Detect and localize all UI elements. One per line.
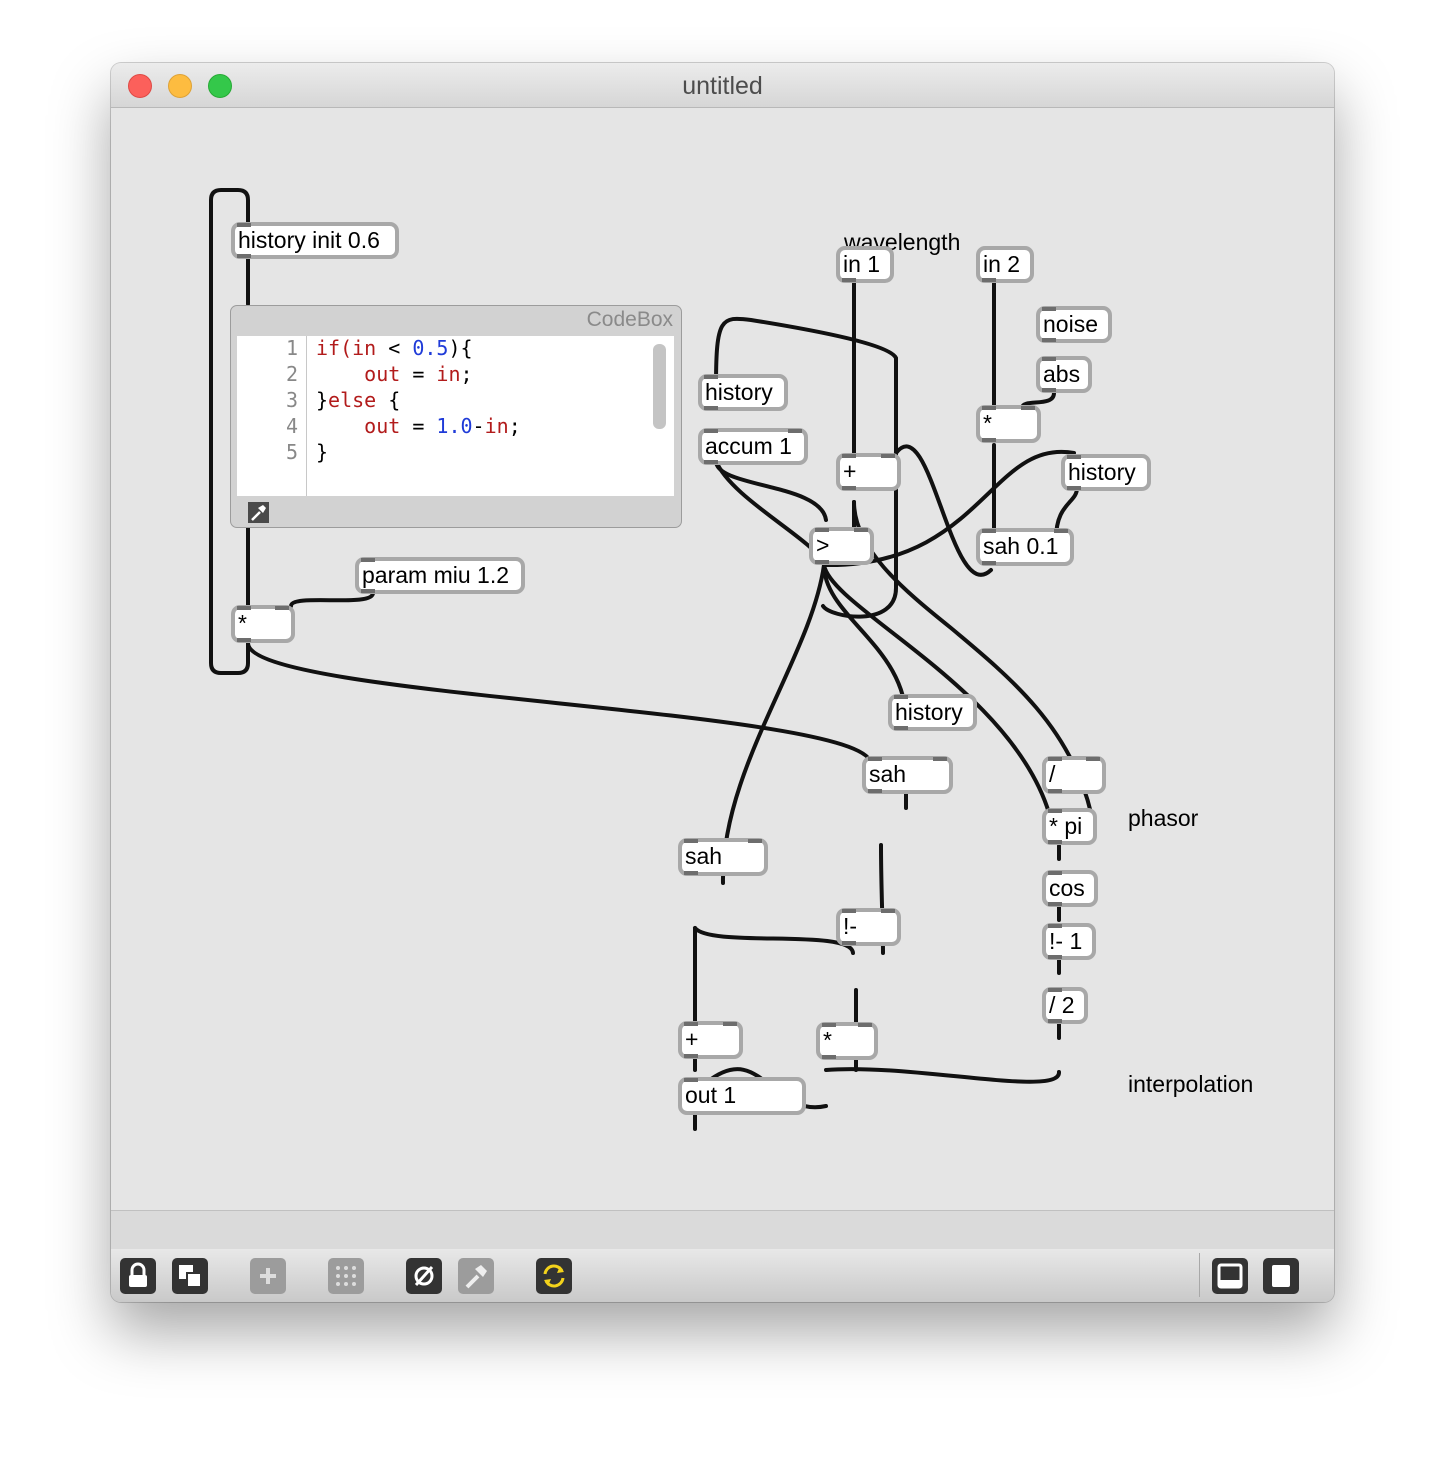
code-line-4: out = 1.0-in; [364,414,521,438]
in1-label: in 1 [843,251,881,277]
rsub-object[interactable]: !- [836,908,901,946]
patcher-toolbar [111,1249,1334,1302]
rsub-label: !- [843,913,858,939]
sah01-object[interactable]: sah 0.1 [976,528,1074,566]
line-gutter: 1 2 3 4 5 [237,336,307,496]
noise-label: noise [1043,311,1098,337]
phasor-comment: phasor [1128,805,1199,831]
status-strip [111,1210,1334,1250]
mult-left-label: * [238,610,247,636]
rsub1-label: !- 1 [1049,928,1083,954]
line-number: 1 [285,336,298,360]
history-init-object[interactable]: history init 0.6 [231,222,399,259]
mult-out-object[interactable]: * [816,1022,878,1060]
code-line-1: if(in < 0.5){ [316,336,473,360]
sah-mid-label: sah [869,761,907,787]
codebox-title: CodeBox [586,308,673,331]
div2-object[interactable]: / 2 [1042,987,1088,1024]
cord-sahleft-rsub [693,926,855,955]
mult-pi-object[interactable]: * pi [1042,808,1097,845]
cord-param-mult [289,591,375,608]
abs-object[interactable]: abs [1036,356,1092,393]
abs-label: abs [1043,361,1081,387]
greater-object[interactable]: > [809,527,874,565]
add-object-icon[interactable] [250,1258,286,1294]
divide-label: / [1049,761,1056,787]
history-right-label: history [1068,459,1136,485]
code-editor[interactable]: 1 2 3 4 5 if(in < 0.5){ out = in; }else … [237,336,674,496]
greater-label: > [816,532,830,558]
cord-mult-sah [246,641,873,765]
divide-object[interactable]: / [1042,756,1106,794]
lock-icon[interactable] [120,1258,156,1294]
interpolation-comment: interpolation [1128,1071,1254,1097]
accum-label: accum 1 [705,433,792,459]
in1-object[interactable]: in 1 [836,246,894,283]
codebox-scrollbar[interactable] [653,344,666,429]
sah-left-label: sah [685,843,723,869]
out1-object[interactable]: out 1 [678,1077,806,1115]
code-line-5: } [316,440,329,464]
title-bar: untitled [111,63,1334,108]
plus-out-object[interactable]: + [678,1021,743,1059]
window-title: untitled [682,72,763,100]
div2-label: / 2 [1049,992,1075,1018]
sah-mid-object[interactable]: sah [862,756,953,794]
history-accum-object[interactable]: history [698,374,788,411]
history-accum-label: history [705,379,773,405]
cord-div2-mult [824,1067,1062,1084]
bottom-panel-icon[interactable] [1212,1258,1248,1294]
plus-out-label: + [685,1026,699,1052]
toolbar-separator [1199,1253,1200,1297]
history-mid-label: history [895,699,963,725]
rsub1-object[interactable]: !- 1 [1042,923,1096,960]
plus-object[interactable]: + [836,453,901,491]
plus-label: + [843,458,857,484]
mult-out-label: * [823,1027,832,1053]
mute-audio-icon[interactable] [406,1258,442,1294]
build-hammer-icon[interactable] [458,1258,494,1294]
codebox[interactable]: CodeBox 1 2 3 4 5 if(in < 0.5){ out = in… [230,305,682,528]
line-number: 4 [285,414,298,438]
line-number: 3 [285,388,298,412]
mult-in2-object[interactable]: * [976,405,1041,443]
refresh-icon[interactable] [536,1258,572,1294]
mult-left-object[interactable]: * [231,605,295,643]
compile-icon[interactable] [248,502,269,523]
param-miu-label: param miu 1.2 [362,562,510,588]
cos-object[interactable]: cos [1042,870,1098,907]
history-mid-object[interactable]: history [888,694,977,731]
cos-label: cos [1049,875,1085,901]
code-line-2: out = in; [364,362,473,386]
line-number: 5 [285,440,298,464]
param-miu-object[interactable]: param miu 1.2 [355,557,525,594]
grid-icon[interactable] [328,1258,364,1294]
patcher-window: untitled history init 0.6 CodeBox 1 2 3 … [111,63,1334,1302]
mult-in2-label: * [983,410,992,436]
noise-object[interactable]: noise [1036,306,1112,343]
in2-object[interactable]: in 2 [976,246,1034,283]
code-line-3: }else { [316,388,401,412]
patch-canvas[interactable]: history init 0.6 CodeBox 1 2 3 4 5 if(in… [111,108,1334,1210]
accum-object[interactable]: accum 1 [698,428,808,465]
sah01-label: sah 0.1 [983,533,1059,559]
history-init-label: history init 0.6 [238,227,380,253]
cord-accum-greater-1 [714,459,828,522]
sah-left-object[interactable]: sah [678,838,768,876]
mult-pi-label: * pi [1049,813,1083,839]
presentation-icon[interactable] [172,1258,208,1294]
right-panel-icon[interactable] [1263,1258,1299,1294]
in2-label: in 2 [983,251,1021,277]
history-right-object[interactable]: history [1061,454,1151,491]
out1-label: out 1 [685,1082,737,1108]
line-number: 2 [285,362,298,386]
